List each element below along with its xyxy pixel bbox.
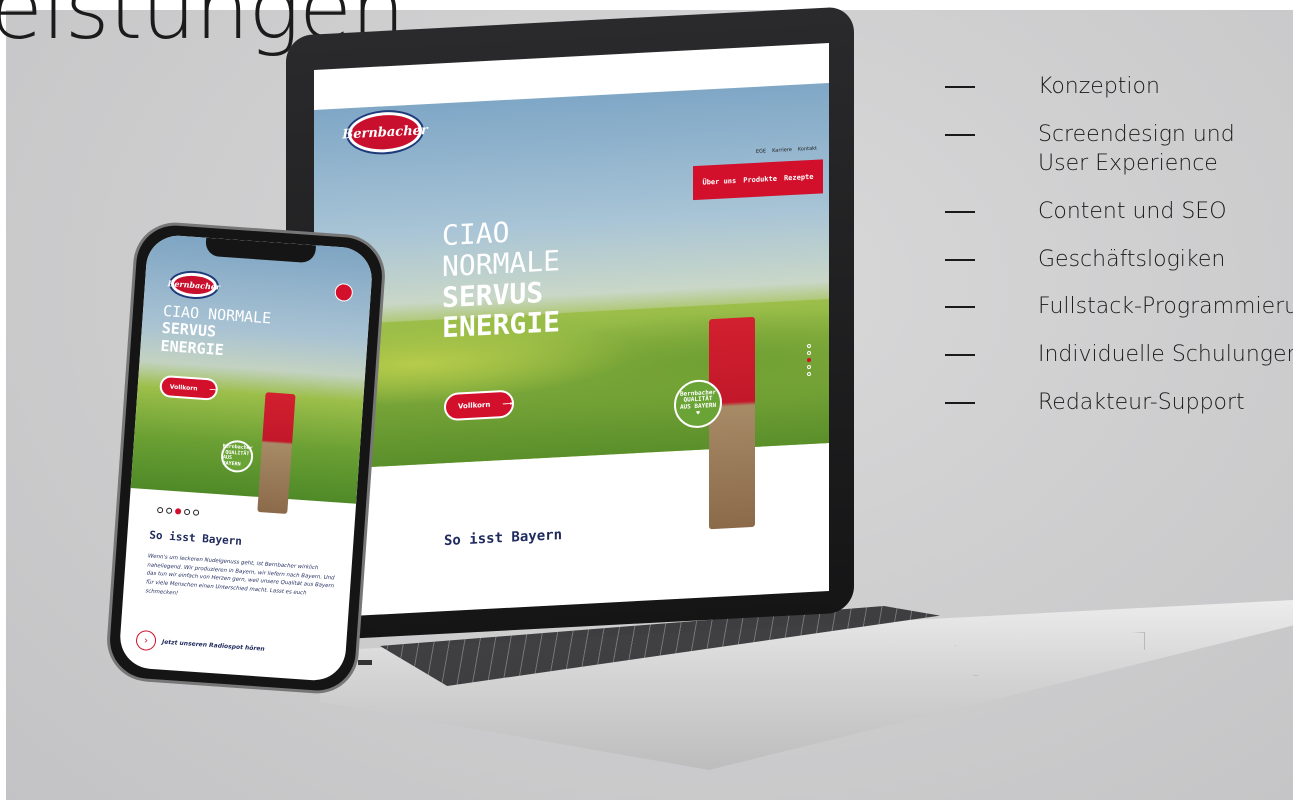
- service-label: Fullstack-Programmierung: [1038, 294, 1293, 320]
- phone-section-title: So isst Bayern: [148, 528, 243, 548]
- phone-screen: Bernbacher CIAO NORMALE SERVUS ENERGIE V…: [118, 233, 374, 683]
- heart-icon: ♥: [696, 409, 700, 417]
- laptop-main-nav: Über uns Produkte Rezepte: [693, 159, 823, 201]
- phone-body-text: Wenn's um leckeren Nudelgenuss geht, ist…: [145, 553, 335, 597]
- slider-dot[interactable]: [807, 364, 811, 370]
- dash-icon: [945, 354, 975, 357]
- slider-dot[interactable]: [165, 507, 173, 514]
- phone-hero: [130, 233, 374, 504]
- service-label: Geschäftslogiken: [1038, 246, 1226, 272]
- slider-dot-active[interactable]: [174, 508, 182, 515]
- service-label: Screendesign und User Experience: [1038, 121, 1235, 177]
- dash-icon: [945, 258, 975, 261]
- arrow-right-icon: ⟶: [502, 399, 513, 409]
- arrow-right-icon: ⟶: [209, 385, 219, 394]
- phone-hero-headline: CIAO NORMALE SERVUS ENERGIE: [160, 302, 272, 362]
- pasta-package-image: [709, 316, 755, 530]
- nav-item-ueber-uns[interactable]: Über uns: [703, 177, 737, 187]
- service-item: Individuelle Schulungen: [945, 340, 1293, 370]
- phone-badge-line-2: AUS BAYERN: [222, 454, 241, 468]
- service-item: Geschäftslogiken: [945, 245, 1293, 275]
- nav-item-rezepte[interactable]: Rezepte: [784, 173, 814, 183]
- slider-dot[interactable]: [183, 508, 191, 516]
- radio-spot-link[interactable]: › Jetzt unseren Radiospot hören: [135, 629, 265, 659]
- phone-vollkorn-button-label: Vollkorn: [169, 383, 198, 392]
- phone-slider-dots: [156, 506, 200, 516]
- service-item: Konzeption: [945, 72, 1293, 102]
- dash-icon: [945, 306, 975, 309]
- nav-link-kontakt[interactable]: Kontakt: [798, 146, 817, 153]
- nav-item-produkte[interactable]: Produkte: [743, 175, 777, 185]
- service-item: Redakteur-Support: [945, 388, 1293, 418]
- dash-icon: [945, 211, 975, 214]
- dash-icon: [945, 133, 975, 136]
- service-label: Individuelle Schulungen: [1038, 342, 1293, 368]
- dash-icon: [945, 86, 975, 88]
- phone-vollkorn-button[interactable]: Vollkorn ⟶: [159, 374, 219, 401]
- radio-spot-label: Jetzt unseren Radiospot hören: [161, 638, 265, 653]
- slider-dot[interactable]: [807, 371, 811, 377]
- slider-dot[interactable]: [192, 509, 200, 516]
- service-item: Content und SEO: [945, 197, 1293, 227]
- slider-dot[interactable]: [807, 350, 811, 356]
- laptop-hero-headline: CIAO NORMALE SERVUS ENERGIE: [442, 215, 561, 345]
- nav-link-karriere[interactable]: Karriere: [772, 147, 792, 154]
- hero-line-4: ENERGIE: [442, 305, 561, 345]
- laptop-slider-dots: [807, 343, 811, 377]
- chevron-right-icon: ›: [135, 629, 157, 652]
- vollkorn-button-label: Vollkorn: [458, 400, 491, 411]
- laptop-section-title: So isst Bayern: [444, 527, 563, 550]
- service-item: Fullstack-Programmierung: [945, 292, 1293, 322]
- service-item: Screendesign und User Experience: [945, 120, 1293, 179]
- services-list: Konzeption Screendesign und User Experie…: [945, 72, 1293, 436]
- laptop-screen: Bernbacher EGE Karriere Kontakt Über uns…: [314, 43, 829, 618]
- showcase-stage: eistungen Bernbacher EGE Karriere Kontak…: [0, 0, 1293, 800]
- slider-dot[interactable]: [156, 506, 164, 514]
- vollkorn-button[interactable]: Vollkorn ⟶: [444, 389, 514, 422]
- service-label: Content und SEO: [1038, 199, 1227, 225]
- slider-dot[interactable]: [807, 343, 811, 349]
- service-label: Konzeption: [1038, 74, 1160, 99]
- slider-dot-active[interactable]: [807, 357, 811, 363]
- service-label: Redakteur-Support: [1038, 389, 1245, 415]
- phone-device: Bernbacher CIAO NORMALE SERVUS ENERGIE V…: [104, 219, 388, 697]
- dash-icon: [945, 401, 975, 404]
- nav-link-ege[interactable]: EGE: [756, 148, 766, 155]
